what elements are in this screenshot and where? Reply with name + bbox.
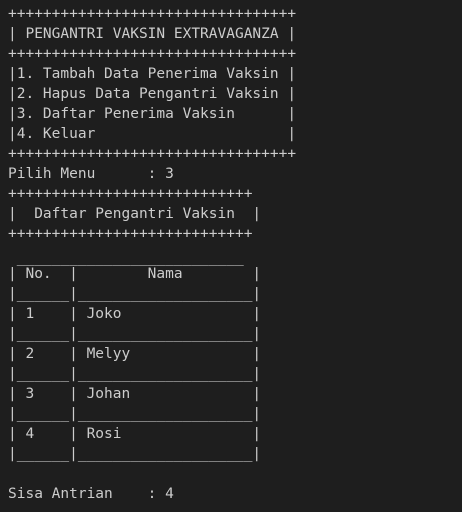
remaining-queue-count: Sisa Antrian : 4 [8, 486, 174, 502]
menu-option-4: |4. Keluar | [8, 126, 297, 142]
menu-border-top: +++++++++++++++++++++++++++++++++ [8, 6, 297, 22]
table-bottom-border: |______|____________________| [8, 446, 262, 462]
menu-option-1: |1. Tambah Data Penerima Vaksin | [8, 66, 297, 82]
menu-option-3: |3. Daftar Penerima Vaksin | [8, 106, 297, 122]
table-row-divider: |______|____________________| [8, 326, 262, 342]
table-header: | No. | Nama | [8, 266, 262, 282]
table-row: | 1 | Joko | [8, 306, 262, 322]
table-row-divider: |______|____________________| [8, 406, 262, 422]
list-border-bottom: ++++++++++++++++++++++++++++ [8, 226, 253, 242]
menu-border-bottom: +++++++++++++++++++++++++++++++++ [8, 146, 297, 162]
table-header-divider: |______|____________________| [8, 286, 262, 302]
menu-title: | PENGANTRI VAKSIN EXTRAVAGANZA | [8, 26, 297, 42]
table-row: | 2 | Melyy | [8, 346, 262, 362]
table-row: | 3 | Johan | [8, 386, 262, 402]
list-border-top: ++++++++++++++++++++++++++++ [8, 186, 253, 202]
table-row-divider: |______|____________________| [8, 366, 262, 382]
list-title: | Daftar Pengantri Vaksin | [8, 206, 262, 222]
menu-border: +++++++++++++++++++++++++++++++++ [8, 46, 297, 62]
table-row: | 4 | Rosi | [8, 426, 262, 442]
menu-option-2: |2. Hapus Data Pengantri Vaksin | [8, 86, 297, 102]
terminal-output: +++++++++++++++++++++++++++++++++ | PENG… [0, 0, 462, 512]
menu-choice-prompt: Pilih Menu : 3 [8, 166, 174, 182]
